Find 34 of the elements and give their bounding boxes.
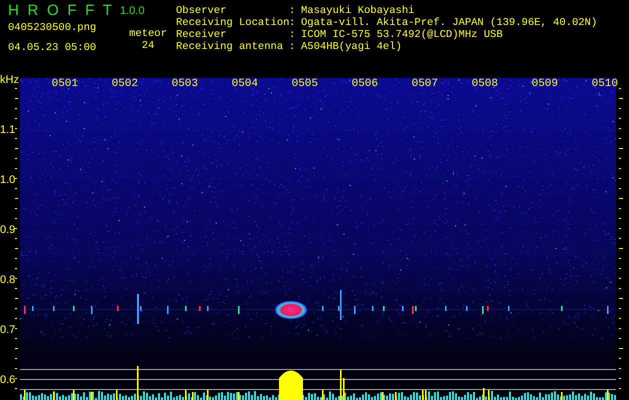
time-label: 0502: [112, 78, 138, 90]
frequency-label: 1.0: [0, 174, 16, 186]
date-time: 04.05.23 05:00: [8, 42, 96, 54]
app-version: 1.0.0: [120, 4, 144, 19]
frequency-label: 0.6: [0, 374, 16, 386]
info-separator: :: [289, 5, 296, 17]
file-name: 0405230500.png: [8, 22, 96, 34]
meteor-count: 24: [142, 40, 154, 52]
time-label: 0507: [412, 78, 438, 90]
time-label: 0506: [352, 78, 378, 90]
time-label: 0509: [532, 78, 558, 90]
info-value: ICOM IC-575 53.7492(@LCD)MHz USB: [301, 29, 503, 41]
frequency-label: 0.7: [0, 324, 16, 336]
info-value: Masayuki Kobayashi: [301, 5, 414, 17]
info-label: Receiving antenna: [176, 41, 284, 53]
info-label: Receiving Location: [176, 17, 290, 29]
info-label: Receiver: [176, 29, 226, 41]
info-separator: :: [289, 29, 296, 41]
time-label: 0503: [172, 78, 198, 90]
time-label: 0505: [292, 78, 318, 90]
frequency-label: kHz: [0, 74, 19, 86]
info-separator: :: [289, 41, 296, 53]
info-value: A504HB(yagi 4el): [301, 41, 402, 53]
info-label: Observer: [176, 5, 226, 17]
frequency-label: 0.9: [0, 224, 16, 236]
time-label: 0508: [472, 78, 498, 90]
frequency-label: 0.8: [0, 274, 16, 286]
time-label: 0501: [52, 78, 78, 90]
info-separator: :: [289, 17, 296, 29]
time-label: 0504: [232, 78, 258, 90]
meteor-label: meteor: [129, 28, 167, 40]
info-value: Ogata-vill. Akita-Pref. JAPAN (139.96E, 40.02N): [301, 17, 598, 29]
app-title: H R O F F T: [8, 2, 114, 20]
frequency-label: 1.1: [0, 124, 16, 136]
